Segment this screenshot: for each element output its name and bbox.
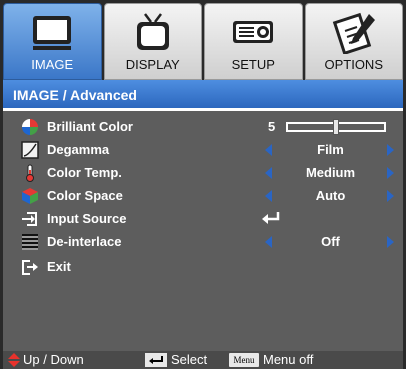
color-cube-icon xyxy=(22,188,38,204)
tab-display[interactable]: DISPLAY xyxy=(103,3,202,80)
menu-item-label: De-interlace xyxy=(47,234,122,249)
tab-bar: IMAGE DISPLAY SETUP OPTIONS xyxy=(3,3,403,80)
tab-setup[interactable]: SETUP xyxy=(204,3,303,80)
arrow-right-icon[interactable] xyxy=(387,236,394,248)
arrow-right-icon[interactable] xyxy=(387,167,394,179)
menu-item-label: Color Space xyxy=(47,188,123,203)
menu-item-label: Degamma xyxy=(47,142,110,157)
gamma-curve-icon xyxy=(21,141,39,159)
menu-item-color-space[interactable]: Color Space Auto xyxy=(3,184,403,206)
menu-list: Brilliant Color 5 Degamma Film Color Tem… xyxy=(3,111,403,351)
notepad-pencil-icon xyxy=(332,12,375,54)
arrow-left-icon[interactable] xyxy=(265,236,272,248)
arrow-left-icon[interactable] xyxy=(265,167,272,179)
menu-item-input-source[interactable]: Input Source xyxy=(3,207,403,229)
menu-item-de-interlace[interactable]: De-interlace Off xyxy=(3,230,403,252)
thermometer-icon xyxy=(26,164,34,182)
menu-item-label: Input Source xyxy=(47,211,127,226)
arrow-right-icon[interactable] xyxy=(387,144,394,156)
footer-updown-label: Up / Down xyxy=(23,352,84,367)
arrow-right-icon[interactable] xyxy=(387,190,394,202)
color-temp-value: Medium xyxy=(305,165,356,180)
tab-label: IMAGE xyxy=(31,57,74,72)
slider-knob[interactable] xyxy=(333,119,339,135)
footer-menu-off-label: Menu off xyxy=(263,352,314,367)
menu-item-exit[interactable]: Exit xyxy=(3,255,403,277)
brilliant-color-slider[interactable] xyxy=(286,119,386,135)
arrow-left-icon[interactable] xyxy=(265,144,272,156)
monitor-icon xyxy=(33,16,72,50)
degamma-value: Film xyxy=(317,142,344,157)
up-down-icon xyxy=(8,353,20,367)
footer-hints: Up / Down Select Menu Menu off xyxy=(3,351,403,369)
enter-key-icon xyxy=(145,353,167,367)
input-source-icon xyxy=(22,212,37,226)
tab-options[interactable]: OPTIONS xyxy=(304,3,403,80)
exit-icon xyxy=(22,260,38,275)
menu-item-degamma[interactable]: Degamma Film xyxy=(3,138,403,160)
tv-icon xyxy=(136,13,169,50)
tab-label: SETUP xyxy=(231,57,275,72)
interlace-icon xyxy=(22,234,38,250)
menu-item-label: Exit xyxy=(47,259,71,274)
color-space-value: Auto xyxy=(315,188,346,203)
projector-icon xyxy=(233,21,274,43)
tab-label: OPTIONS xyxy=(324,57,383,72)
footer-select-label: Select xyxy=(171,352,208,367)
color-wheel-icon xyxy=(22,119,38,135)
menu-item-label: Color Temp. xyxy=(47,165,122,180)
page-title: IMAGE / Advanced xyxy=(3,80,403,111)
enter-icon[interactable] xyxy=(261,210,281,226)
arrow-left-icon[interactable] xyxy=(265,190,272,202)
menu-item-brilliant-color[interactable]: Brilliant Color 5 xyxy=(3,115,403,137)
menu-key-icon: Menu xyxy=(229,353,259,367)
tab-label: DISPLAY xyxy=(125,57,180,72)
osd-menu: IMAGE DISPLAY SETUP OPTIONS IMAGE / Adva… xyxy=(0,0,406,369)
brilliant-color-value: 5 xyxy=(268,119,276,134)
menu-item-color-temp[interactable]: Color Temp. Medium xyxy=(3,161,403,183)
de-interlace-value: Off xyxy=(321,234,340,249)
menu-item-label: Brilliant Color xyxy=(47,119,133,134)
tab-image[interactable]: IMAGE xyxy=(3,3,102,80)
